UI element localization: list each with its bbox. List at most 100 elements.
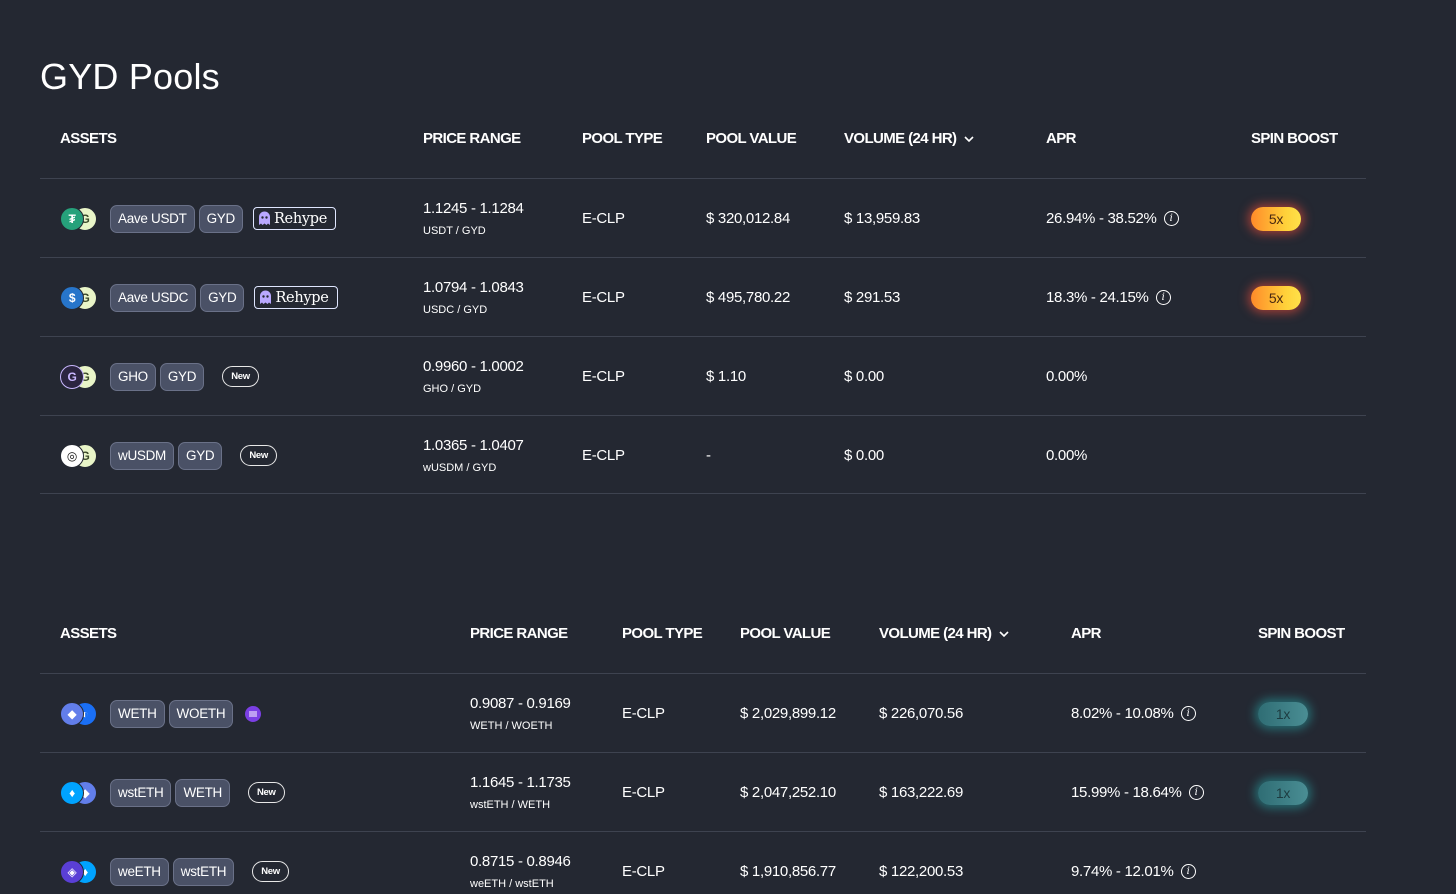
token-chip[interactable]: WETH <box>175 778 230 807</box>
rehype-label: Rehype <box>273 210 328 227</box>
pool-type: E-CLP <box>582 210 625 227</box>
header-volume[interactable]: VOLUME (24 HR) <box>844 130 975 147</box>
price-range: 0.8715 - 0.8946 <box>470 853 571 870</box>
spin-boost-cell: 1x <box>1258 753 1308 832</box>
header-volume-label: VOLUME (24 HR) <box>844 130 957 147</box>
apr-cell: 15.99% - 18.64% i <box>1071 753 1204 832</box>
token-chip[interactable]: GYD <box>198 204 243 233</box>
assets-cell: G G GHO GYD New <box>60 337 259 416</box>
volume-24h: $ 163,222.69 <box>879 784 963 801</box>
token-chip[interactable]: wUSDM <box>110 441 174 470</box>
header-pool-type[interactable]: POOL TYPE <box>622 625 703 642</box>
apr-value: 8.02% - 10.08% <box>1071 705 1174 722</box>
table-row[interactable]: ◈ ♦ weETH wstETH New 0.8715 - 0.8946 weE… <box>40 831 1366 894</box>
token-chip[interactable]: GYD <box>178 441 223 470</box>
volume-24h: $ 291.53 <box>844 289 900 306</box>
rehype-badge[interactable]: Rehype <box>254 286 338 309</box>
usdc-icon: $ <box>60 285 84 310</box>
volume-24h: $ 0.00 <box>844 368 884 385</box>
table-row[interactable]: ♦ ◆ wstETH WETH New 1.1645 - 1.1735 wstE… <box>40 752 1366 831</box>
header-assets: ASSETS <box>60 625 117 642</box>
spin-boost-badge: 1x <box>1258 780 1308 805</box>
token-icons: G G <box>60 364 98 389</box>
token-icons: ◎ G <box>60 443 98 468</box>
pool-type: E-CLP <box>622 863 665 880</box>
apr-cell: 0.00% <box>1046 337 1087 416</box>
price-pair: wUSDM / GYD <box>423 462 497 474</box>
header-pool-value[interactable]: POOL VALUE <box>706 130 797 147</box>
new-badge: New <box>222 366 259 387</box>
token-chip[interactable]: wstETH <box>110 778 172 807</box>
apr-value: 18.3% - 24.15% <box>1046 289 1149 306</box>
token-icons: ♦ ◆ <box>60 780 98 805</box>
token-chip[interactable]: WETH <box>110 699 165 728</box>
volume-24h: $ 13,959.83 <box>844 210 920 227</box>
price-range-cell: 1.1645 - 1.1735 wstETH / WETH <box>470 753 571 832</box>
info-icon[interactable]: i <box>1188 785 1204 800</box>
header-volume[interactable]: VOLUME (24 HR) <box>879 625 1010 642</box>
apr-value: 0.00% <box>1046 368 1088 385</box>
price-range: 1.1245 - 1.1284 <box>423 200 524 217</box>
pool-type: E-CLP <box>582 289 625 306</box>
pool-type: E-CLP <box>582 447 625 464</box>
price-range-cell: 0.8715 - 0.8946 weETH / wstETH <box>470 832 571 894</box>
wusdm-icon: ◎ <box>60 443 84 468</box>
spin-boost-badge: 5x <box>1251 285 1301 310</box>
table-row[interactable]: ₮ G Aave USDT GYD Rehype 1.1245 - 1.1284… <box>40 178 1366 257</box>
header-pool-type[interactable]: POOL TYPE <box>582 130 663 147</box>
pool-value: $ 1,910,856.77 <box>740 863 836 880</box>
info-icon[interactable]: i <box>1163 211 1179 226</box>
token-chip[interactable]: weETH <box>110 857 169 886</box>
apr-cell: 8.02% - 10.08% i <box>1071 674 1196 753</box>
price-range-cell: 0.9960 - 1.0002 GHO / GYD <box>423 337 524 416</box>
header-spin-boost[interactable]: SPIN BOOST <box>1258 625 1345 642</box>
token-icons: $ G <box>60 285 98 310</box>
volume-24h: $ 226,070.56 <box>879 705 963 722</box>
assets-cell: ◎ G wUSDM GYD New <box>60 416 277 495</box>
token-chip[interactable]: GYD <box>159 362 205 391</box>
token-chip[interactable]: Aave USDT <box>110 204 195 233</box>
info-icon[interactable]: i <box>1155 290 1171 305</box>
price-range: 1.0794 - 1.0843 <box>423 279 524 296</box>
table-row[interactable]: $ G Aave USDC GYD Rehype 1.0794 - 1.0843… <box>40 257 1366 336</box>
table-row[interactable]: ◆ ◐ WETH WOETH 0.9087 - 0.9169 WETH / WO… <box>40 673 1366 752</box>
price-range-cell: 1.0365 - 1.0407 wUSDM / GYD <box>423 416 524 495</box>
header-apr[interactable]: APR <box>1046 130 1076 147</box>
price-pair: USDC / GYD <box>423 304 488 316</box>
info-icon[interactable]: i <box>1180 864 1196 879</box>
pool-value: - <box>706 447 711 464</box>
apr-cell: 18.3% - 24.15% i <box>1046 258 1171 337</box>
spin-boost-badge: 5x <box>1251 206 1301 231</box>
rehype-badge[interactable]: Rehype <box>252 207 337 230</box>
header-price-range[interactable]: PRICE RANGE <box>423 130 521 147</box>
token-chip[interactable]: GHO <box>110 362 156 391</box>
header-volume-label: VOLUME (24 HR) <box>879 625 992 642</box>
token-chip[interactable]: Aave USDC <box>110 283 197 312</box>
assets-cell: ◈ ♦ weETH wstETH New <box>60 832 289 894</box>
assets-cell: ♦ ◆ wstETH WETH New <box>60 753 285 832</box>
token-chip[interactable]: GYD <box>200 283 245 312</box>
table-row[interactable]: ◎ G wUSDM GYD New 1.0365 - 1.0407 wUSDM … <box>40 415 1366 494</box>
ghost-icon <box>260 290 272 304</box>
pool-type: E-CLP <box>622 705 665 722</box>
header-spin-boost[interactable]: SPIN BOOST <box>1251 130 1338 147</box>
page-title: GYD Pools <box>40 56 220 97</box>
token-chip[interactable]: wstETH <box>172 857 235 886</box>
header-price-range[interactable]: PRICE RANGE <box>470 625 568 642</box>
header-apr[interactable]: APR <box>1071 625 1101 642</box>
spin-boost-cell: 1x <box>1258 674 1308 753</box>
ghost-icon <box>258 211 270 225</box>
apr-value: 0.00% <box>1046 447 1088 464</box>
new-badge: New <box>248 782 285 803</box>
token-chip[interactable]: WOETH <box>168 699 234 728</box>
spin-boost-cell: 5x <box>1251 179 1301 258</box>
header-pool-value[interactable]: POOL VALUE <box>740 625 831 642</box>
price-pair: USDT / GYD <box>423 225 486 237</box>
info-icon[interactable]: i <box>1180 706 1196 721</box>
pool-type: E-CLP <box>582 368 625 385</box>
table-row[interactable]: G G GHO GYD New 0.9960 - 1.0002 GHO / GY… <box>40 336 1366 415</box>
price-pair: weETH / wstETH <box>470 878 554 890</box>
price-pair: wstETH / WETH <box>470 799 551 811</box>
price-pair: GHO / GYD <box>423 383 482 395</box>
gho-icon: G <box>60 364 84 389</box>
